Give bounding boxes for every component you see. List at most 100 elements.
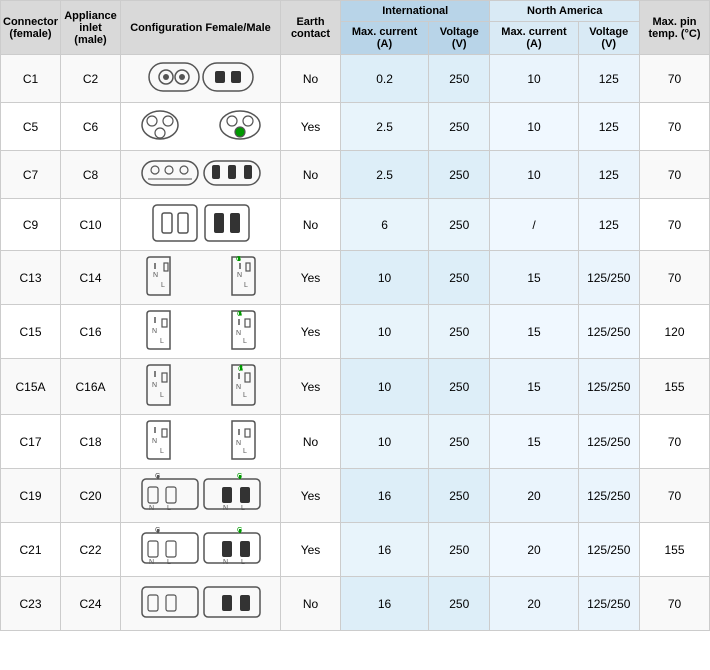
svg-text:N: N: [237, 272, 242, 279]
svg-text:L: L: [160, 338, 164, 345]
svg-text:G: G: [155, 527, 160, 534]
config-cell: [121, 199, 281, 251]
intl-curr-cell: 0.2: [341, 55, 429, 103]
svg-text:L: L: [243, 338, 247, 345]
config-cell: G N L G N L: [121, 469, 281, 523]
svg-text:N: N: [153, 272, 158, 279]
max-pin-cell: 70: [640, 415, 710, 469]
earth-cell: Yes: [281, 103, 341, 151]
svg-text:G: G: [237, 311, 242, 318]
intl-curr-cell: 2.5: [341, 151, 429, 199]
connector-cell: C21: [1, 523, 61, 577]
svg-text:G: G: [236, 256, 241, 263]
svg-text:N: N: [149, 505, 154, 512]
earth-cell: Yes: [281, 359, 341, 415]
config-cell: [121, 103, 281, 151]
config-cell: G N L G N L: [121, 523, 281, 577]
earth-cell: No: [281, 151, 341, 199]
svg-text:G: G: [238, 366, 243, 373]
appliance-cell: C18: [61, 415, 121, 469]
config-cell: [121, 577, 281, 631]
svg-text:N: N: [149, 559, 154, 566]
connector-cell: C17: [1, 415, 61, 469]
max-pin-cell: 70: [640, 103, 710, 151]
na-volt-cell: 125/250: [578, 469, 639, 523]
earth-cell: Yes: [281, 469, 341, 523]
appliance-cell: C16A: [61, 359, 121, 415]
connector-cell: C15: [1, 305, 61, 359]
svg-text:L: L: [167, 505, 171, 512]
na-volt-cell: 125: [578, 199, 639, 251]
intl-volt-cell: 250: [429, 359, 490, 415]
max-pin-cell: 70: [640, 469, 710, 523]
config-cell: N L N L G: [121, 251, 281, 305]
na-volt-cell: 125/250: [578, 523, 639, 577]
appliance-cell: C20: [61, 469, 121, 523]
max-pin-cell: 70: [640, 577, 710, 631]
header-earth: Earth contact: [281, 1, 341, 55]
intl-curr-cell: 10: [341, 415, 429, 469]
na-volt-cell: 125/250: [578, 359, 639, 415]
appliance-cell: C24: [61, 577, 121, 631]
appliance-cell: C6: [61, 103, 121, 151]
max-pin-cell: 70: [640, 55, 710, 103]
svg-text:N: N: [152, 382, 157, 389]
earth-cell: No: [281, 415, 341, 469]
na-curr-cell: 20: [490, 577, 578, 631]
connector-cell: C9: [1, 199, 61, 251]
na-curr-cell: 10: [490, 55, 578, 103]
header-maxpin: Max. pin temp. (°C): [640, 1, 710, 55]
connector-cell: C15A: [1, 359, 61, 415]
na-curr-cell: 10: [490, 151, 578, 199]
header-intl-volt: Voltage (V): [429, 22, 490, 55]
na-curr-cell: 15: [490, 305, 578, 359]
header-config: Configuration Female/Male: [121, 1, 281, 55]
na-curr-cell: 10: [490, 103, 578, 151]
max-pin-cell: 155: [640, 359, 710, 415]
intl-curr-cell: 6: [341, 199, 429, 251]
config-cell: [121, 151, 281, 199]
appliance-cell: C16: [61, 305, 121, 359]
svg-text:L: L: [161, 282, 165, 289]
header-na-group: North America: [490, 1, 640, 22]
connector-cell: C7: [1, 151, 61, 199]
intl-volt-cell: 250: [429, 577, 490, 631]
na-curr-cell: /: [490, 199, 578, 251]
earth-cell: No: [281, 55, 341, 103]
na-curr-cell: 20: [490, 469, 578, 523]
earth-cell: Yes: [281, 251, 341, 305]
config-cell: N L N L: [121, 415, 281, 469]
intl-curr-cell: 10: [341, 359, 429, 415]
svg-text:N: N: [236, 440, 241, 447]
svg-text:L: L: [160, 392, 164, 399]
svg-text:L: L: [167, 559, 171, 566]
appliance-cell: C2: [61, 55, 121, 103]
connector-cell: C1: [1, 55, 61, 103]
intl-volt-cell: 250: [429, 415, 490, 469]
header-appliance: Appliance inlet (male): [61, 1, 121, 55]
intl-curr-cell: 2.5: [341, 103, 429, 151]
na-curr-cell: 15: [490, 251, 578, 305]
svg-text:L: L: [243, 392, 247, 399]
intl-volt-cell: 250: [429, 523, 490, 577]
intl-volt-cell: 250: [429, 469, 490, 523]
intl-volt-cell: 250: [429, 103, 490, 151]
connector-cell: C5: [1, 103, 61, 151]
connector-cell: C19: [1, 469, 61, 523]
connector-cell: C13: [1, 251, 61, 305]
intl-curr-cell: 16: [341, 577, 429, 631]
appliance-cell: C8: [61, 151, 121, 199]
earth-cell: No: [281, 577, 341, 631]
svg-text:N: N: [223, 505, 228, 512]
config-cell: N L N L G: [121, 305, 281, 359]
header-intl-curr: Max. current (A): [341, 22, 429, 55]
intl-volt-cell: 250: [429, 151, 490, 199]
na-volt-cell: 125/250: [578, 305, 639, 359]
svg-text:G: G: [155, 473, 160, 480]
svg-text:L: L: [241, 559, 245, 566]
max-pin-cell: 120: [640, 305, 710, 359]
earth-cell: Yes: [281, 523, 341, 577]
header-connector: Connector (female): [1, 1, 61, 55]
max-pin-cell: 70: [640, 151, 710, 199]
svg-text:N: N: [236, 330, 241, 337]
